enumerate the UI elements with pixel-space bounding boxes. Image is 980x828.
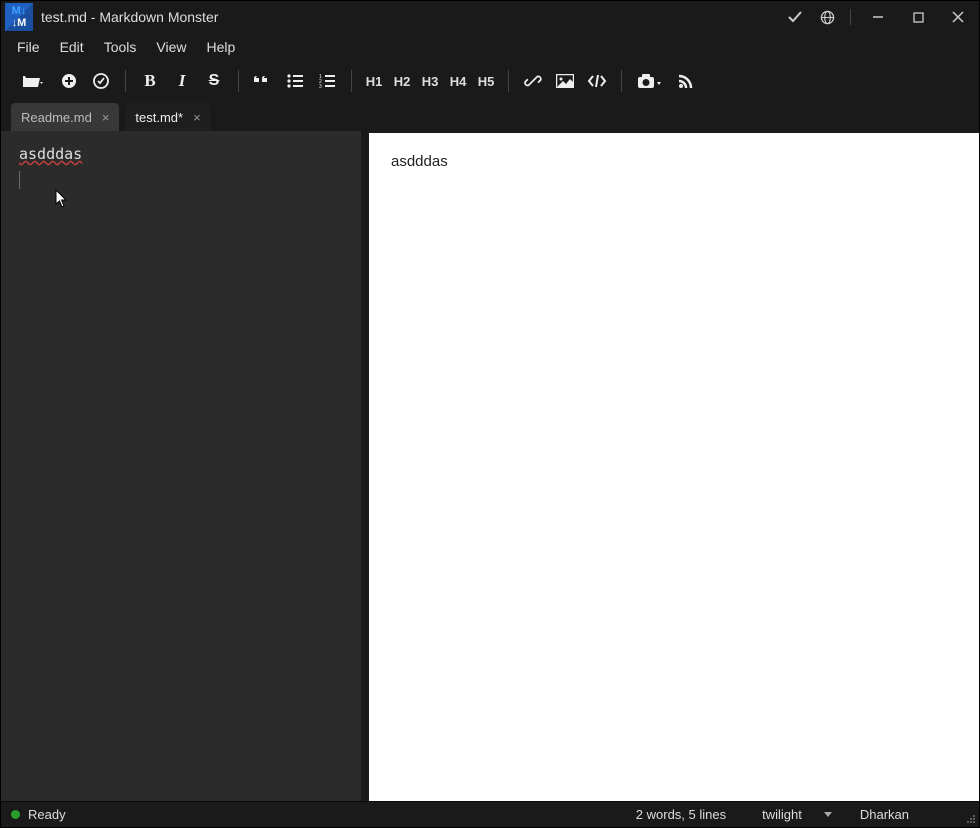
syntax-theme-dropdown[interactable]: twilight (752, 807, 842, 822)
resize-grip-icon[interactable] (966, 814, 976, 824)
menu-view[interactable]: View (146, 35, 196, 59)
bold-button[interactable]: B (134, 65, 166, 97)
mouse-cursor-icon (55, 189, 69, 209)
tabstrip: Readme.md × test.md* × (1, 101, 979, 131)
statusbar: Ready 2 words, 5 lines twilight Dharkan (1, 801, 979, 827)
status-stats: 2 words, 5 lines (618, 807, 744, 822)
toolbar-separator (621, 70, 622, 92)
menu-file[interactable]: File (7, 35, 50, 59)
open-dropdown-button[interactable] (13, 65, 53, 97)
toolbar-separator (351, 70, 352, 92)
toolbar-separator (238, 70, 239, 92)
toolbar-separator (508, 70, 509, 92)
bullet-list-button[interactable] (279, 65, 311, 97)
tab-close-icon[interactable]: × (193, 110, 201, 125)
tab-readme[interactable]: Readme.md × (11, 103, 119, 131)
content-area: asdddas asdddas (1, 131, 979, 801)
tab-test[interactable]: test.md* × (125, 103, 210, 131)
syntax-theme-label: twilight (762, 807, 802, 822)
status-indicator-icon (11, 810, 20, 819)
h5-button[interactable]: H5 (472, 74, 500, 89)
toolbar: B I S 123 H1 H2 H3 H4 H5 (1, 61, 979, 101)
menu-tools[interactable]: Tools (94, 35, 147, 59)
italic-button[interactable]: I (166, 65, 198, 97)
image-button[interactable] (549, 65, 581, 97)
preview-theme-label: Dharkan (860, 807, 909, 822)
numbered-list-button[interactable]: 123 (311, 65, 343, 97)
rss-button[interactable] (670, 65, 702, 97)
tab-label: test.md* (135, 110, 183, 125)
tab-close-icon[interactable]: × (102, 110, 110, 125)
preview-pane: asdddas (369, 133, 979, 801)
svg-text:3: 3 (319, 84, 322, 88)
menu-edit[interactable]: Edit (50, 35, 94, 59)
app-logo: M↓↓M (5, 3, 33, 31)
new-button[interactable] (53, 65, 85, 97)
close-button[interactable] (945, 6, 971, 28)
h3-button[interactable]: H3 (416, 74, 444, 89)
titlebar: M↓↓M test.md - Markdown Monster (1, 1, 979, 33)
minimize-button[interactable] (865, 6, 891, 28)
status-state: Ready (28, 807, 66, 822)
editor-pane[interactable]: asdddas (1, 131, 361, 801)
globe-icon[interactable] (818, 8, 836, 26)
h4-button[interactable]: H4 (444, 74, 472, 89)
chevron-down-icon (824, 812, 832, 817)
window-title: test.md - Markdown Monster (41, 9, 786, 25)
save-button[interactable] (85, 65, 117, 97)
link-button[interactable] (517, 65, 549, 97)
menubar: File Edit Tools View Help (1, 33, 979, 61)
check-icon[interactable] (786, 8, 804, 26)
editor-content: asdddas (19, 145, 82, 163)
quote-button[interactable] (247, 65, 279, 97)
toolbar-separator (125, 70, 126, 92)
menu-help[interactable]: Help (196, 35, 245, 59)
screenshot-dropdown-button[interactable] (630, 65, 670, 97)
preview-content: asdddas (391, 153, 957, 170)
strikethrough-button[interactable]: S (198, 65, 230, 97)
tab-label: Readme.md (21, 110, 92, 125)
code-button[interactable] (581, 65, 613, 97)
text-cursor (19, 171, 20, 189)
preview-theme-dropdown[interactable]: Dharkan (850, 807, 969, 822)
maximize-button[interactable] (905, 6, 931, 28)
h1-button[interactable]: H1 (360, 74, 388, 89)
h2-button[interactable]: H2 (388, 74, 416, 89)
